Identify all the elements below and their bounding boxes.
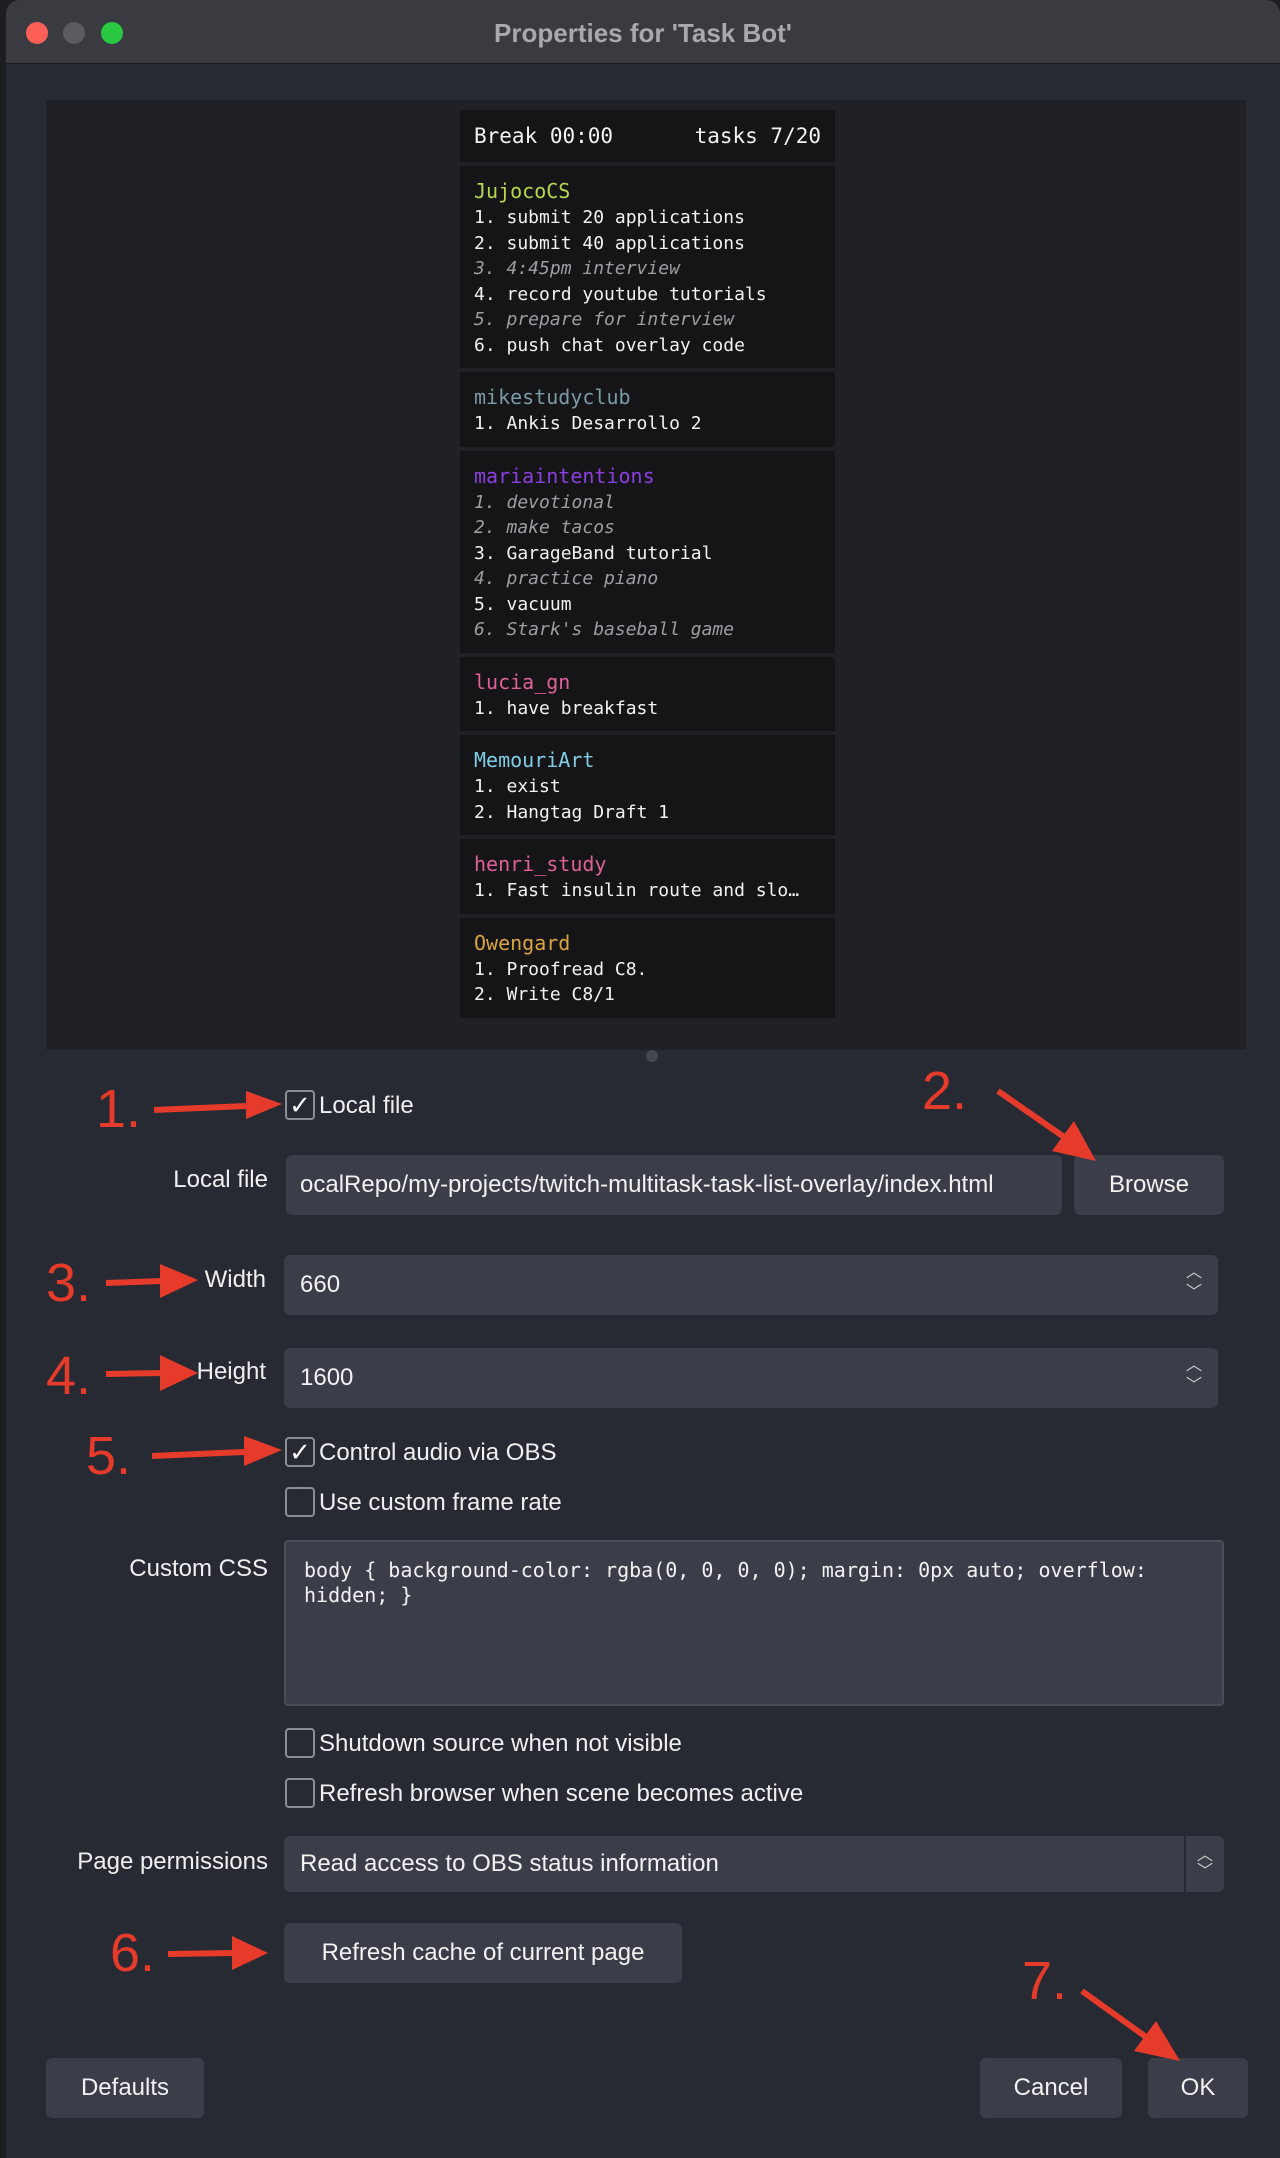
task-item: 4. practice piano	[474, 568, 659, 589]
chevron-up-icon[interactable]: ︿	[1184, 1356, 1204, 1376]
task-item: 1. exist	[474, 776, 561, 797]
width-input[interactable]: 660 ︿ ﹀	[284, 1255, 1218, 1315]
shutdown-source-checkbox[interactable]	[285, 1728, 315, 1758]
window-title: Properties for 'Task Bot'	[494, 18, 792, 48]
annotation-arrow-3	[105, 1264, 198, 1298]
page-permissions-select[interactable]: Read access to OBS status information ︿ ﹀	[284, 1836, 1224, 1892]
custom-css-label: Custom CSS	[129, 1555, 268, 1582]
task-item: 5. vacuum	[474, 593, 572, 615]
task-item: 4. record youtube tutorials	[474, 283, 767, 305]
task-item: 1. Fast insulin route and slo…	[474, 880, 800, 901]
task-item: 1. Proofread C8.	[474, 958, 648, 980]
local-file-input[interactable]: ocalRepo/my-projects/twitch-multitask-ta…	[286, 1155, 1062, 1215]
task-item: 1. have breakfast	[474, 697, 659, 719]
checkmark-icon: ✓	[289, 1436, 311, 1467]
annotation-4: 4.	[46, 1346, 92, 1406]
task-item: 5. prepare for interview	[474, 309, 735, 330]
defaults-button[interactable]: Defaults	[46, 2058, 204, 2118]
task-card: MemouriArt 1. exist 2. Hangtag Draft 1	[460, 735, 835, 835]
chevron-down-icon[interactable]: ﹀	[1184, 1376, 1204, 1396]
custom-css-textarea[interactable]: body { background-color: rgba(0, 0, 0, 0…	[284, 1540, 1224, 1706]
shutdown-source-label: Shutdown source when not visible	[319, 1730, 682, 1757]
task-card-username: henri_study	[474, 852, 607, 876]
task-item: 2. Write C8/1	[474, 984, 615, 1005]
page-permissions-value: Read access to OBS status information	[300, 1850, 719, 1877]
task-card-username: Owengard	[474, 930, 571, 955]
task-card-username: lucia_gn	[474, 669, 571, 694]
task-item: 1. devotional	[474, 491, 615, 513]
annotation-arrow-2	[996, 1088, 1096, 1161]
task-item: 3. 4:45pm interview	[474, 258, 680, 279]
task-card: mariaintentions 1. devotional 2. make taco…	[460, 450, 835, 653]
task-card-username: mikestudyclub	[474, 385, 631, 409]
annotation-arrow-5	[151, 1436, 282, 1466]
break-timer: Break 00:00	[474, 124, 614, 148]
overlay-cards: JujocoCS 1. submit 20 applications 2. subm…	[460, 166, 835, 1018]
chevron-up-icon[interactable]: ︿	[1184, 1263, 1204, 1283]
task-item: 6. Stark's baseball game	[474, 619, 735, 640]
control-audio-checkbox[interactable]: ✓	[285, 1437, 315, 1467]
custom-frame-rate-label: Use custom frame rate	[319, 1489, 562, 1516]
task-card: JujocoCS 1. submit 20 applications 2. subm…	[460, 166, 835, 368]
title-bar: Properties for 'Task Bot'	[6, 0, 1280, 64]
height-stepper[interactable]: ︿ ﹀	[1184, 1356, 1204, 1400]
cancel-button[interactable]: Cancel	[980, 2058, 1122, 2118]
task-item: 2. Hangtag Draft 1	[474, 801, 670, 823]
task-item: 1. Ankis Desarrollo 2	[474, 413, 702, 434]
height-input[interactable]: 1600 ︿ ﹀	[284, 1348, 1218, 1408]
task-item: 3. GarageBand tutorial	[474, 542, 713, 564]
width-value: 660	[300, 1271, 341, 1298]
task-card: lucia_gn 1. have breakfast	[460, 656, 835, 731]
browser-source-preview: Break 00:00 tasks 7/20 JujocoCS 1. submit…	[46, 100, 1246, 1050]
task-item: 2. submit 40 applications	[474, 232, 745, 254]
task-card: henri_study 1. Fast insulin route and slo…	[460, 839, 835, 914]
custom-frame-rate-checkbox[interactable]	[285, 1487, 315, 1517]
task-card-username: JujocoCS	[474, 179, 571, 203]
ok-button[interactable]: OK	[1148, 2058, 1248, 2118]
annotation-3: 3.	[46, 1253, 92, 1313]
task-item: 2. make tacos	[474, 517, 615, 538]
chevron-down-icon[interactable]: ﹀	[1184, 1283, 1204, 1303]
checkmark-icon: ✓	[289, 1089, 311, 1120]
refresh-cache-button[interactable]: Refresh cache of current page	[284, 1923, 682, 1983]
task-item: 1. submit 20 applications	[474, 207, 745, 228]
refresh-browser-label: Refresh browser when scene becomes activ…	[319, 1780, 804, 1807]
preview-scroll-indicator	[646, 1050, 658, 1062]
height-value: 1600	[300, 1364, 354, 1391]
local-file-label: Local file	[173, 1166, 268, 1193]
annotation-5: 5.	[86, 1426, 132, 1486]
annotation-6: 6.	[110, 1923, 156, 1983]
refresh-browser-checkbox[interactable]	[285, 1778, 315, 1808]
width-stepper[interactable]: ︿ ﹀	[1184, 1263, 1204, 1307]
task-count: tasks 7/20	[694, 124, 821, 148]
task-list-overlay: Break 00:00 tasks 7/20 JujocoCS 1. submit…	[460, 110, 835, 1022]
annotation-arrow-1	[153, 1091, 282, 1119]
overlay-header: Break 00:00 tasks 7/20	[460, 110, 835, 162]
local-file-checkbox[interactable]: ✓	[285, 1090, 315, 1120]
local-file-checkbox-label: Local file	[319, 1092, 414, 1119]
annotation-1: 1.	[96, 1079, 142, 1139]
control-audio-label: Control audio via OBS	[319, 1439, 557, 1466]
annotation-2: 2.	[922, 1061, 968, 1121]
annotation-arrow-4	[105, 1355, 198, 1391]
annotation-arrow-7	[1080, 1988, 1180, 2061]
task-card-username: MemouriArt	[474, 748, 595, 772]
properties-window: Properties for 'Task Bot' Break 00:00 ta…	[6, 0, 1280, 2158]
annotation-arrow-6	[167, 1936, 268, 1970]
task-card: Owengard 1. Proofread C8. 2. Write C8/1	[460, 917, 835, 1018]
select-arrows-icon[interactable]: ︿ ﹀	[1184, 1836, 1224, 1892]
page-permissions-label: Page permissions	[77, 1848, 268, 1875]
task-item: 6. push chat overlay code	[474, 334, 745, 356]
annotation-7: 7.	[1022, 1951, 1068, 2011]
task-card-username: mariaintentions	[474, 463, 655, 488]
task-card: mikestudyclub 1. Ankis Desarrollo 2	[460, 372, 835, 447]
